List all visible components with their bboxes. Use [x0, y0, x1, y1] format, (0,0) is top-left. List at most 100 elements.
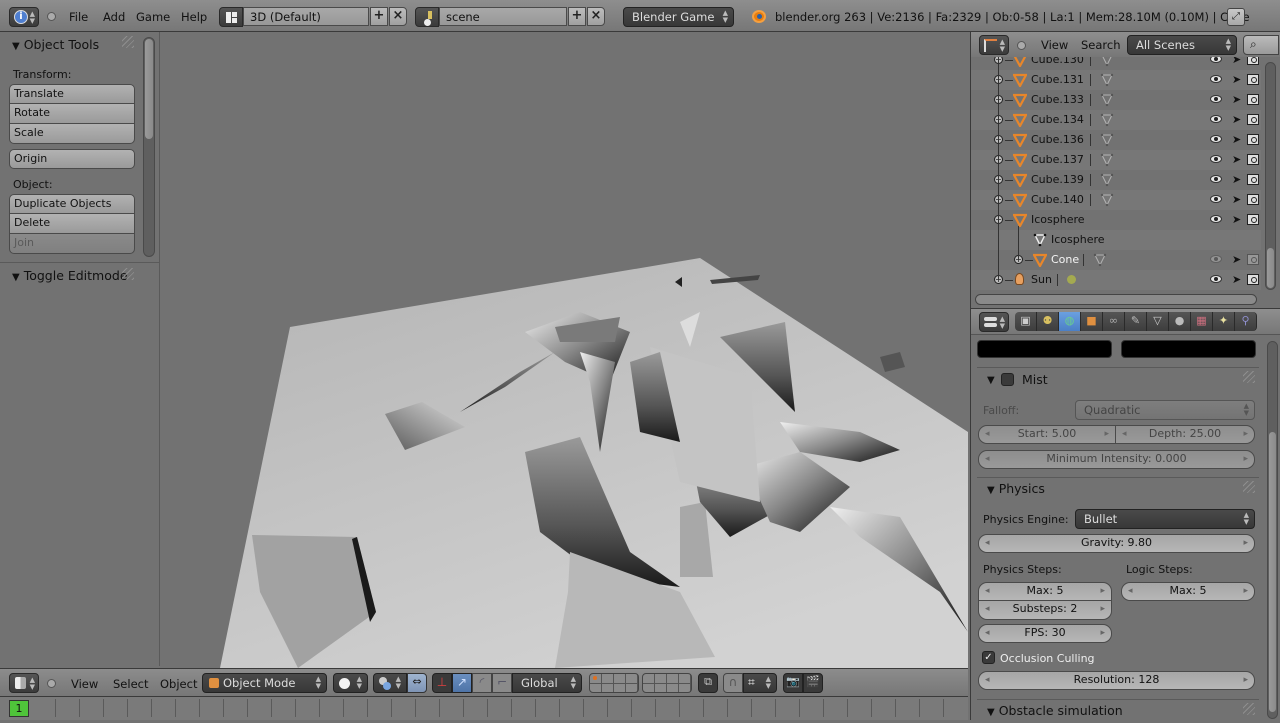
renderable-camera-icon[interactable] — [1247, 174, 1259, 185]
delete-layout-button[interactable]: × — [389, 7, 407, 26]
viewport-shading-select[interactable]: ▲ ▼ — [333, 673, 368, 693]
selectable-arrow-icon[interactable]: ➤ — [1232, 133, 1241, 146]
selectable-arrow-icon[interactable]: ➤ — [1232, 273, 1241, 286]
outliner-row[interactable]: +Cube.140➤ — [971, 190, 1261, 210]
occlusion-culling-checkbox[interactable]: ✓ — [982, 651, 995, 664]
render-opengl-image-icon[interactable]: 📷 — [783, 673, 803, 693]
lamp-data-icon[interactable] — [1066, 275, 1076, 284]
outliner-item-name[interactable]: Cube.130 — [1031, 57, 1084, 66]
outliner-item-name[interactable]: Cube.139 — [1031, 173, 1084, 186]
menu-add[interactable]: Add — [103, 10, 125, 24]
snap-element-select[interactable]: ⌗ ▲ ▼ — [743, 673, 777, 693]
collapse-menu-icon[interactable] — [47, 679, 56, 688]
selectable-arrow-icon[interactable]: ➤ — [1232, 213, 1241, 226]
properties-scrollbar[interactable] — [1267, 341, 1278, 719]
occlusion-resolution-field[interactable]: Resolution: 128 — [978, 671, 1255, 690]
editor-type-button[interactable]: ▲ ▼ — [9, 673, 39, 693]
orientation-select[interactable]: Global ▲ ▼ — [512, 673, 582, 693]
visibility-eye-icon[interactable] — [1210, 215, 1222, 223]
scene-tab[interactable]: ⚉ — [1037, 312, 1059, 331]
visibility-eye-icon[interactable] — [1210, 115, 1222, 123]
selectable-arrow-icon[interactable]: ➤ — [1232, 153, 1241, 166]
outliner-scrollbar[interactable] — [1265, 62, 1276, 290]
lock-layers-icon[interactable]: ⧉ — [698, 673, 718, 693]
renderable-camera-icon[interactable] — [1247, 114, 1259, 125]
add-layout-button[interactable]: + — [370, 7, 388, 26]
selectable-arrow-icon[interactable]: ➤ — [1232, 93, 1241, 106]
visibility-eye-icon[interactable] — [1210, 255, 1222, 263]
outliner-row[interactable]: +Cube.131➤ — [971, 70, 1261, 90]
outliner-item-name[interactable]: Cube.133 — [1031, 93, 1084, 106]
fps-field[interactable]: FPS: 30 — [978, 624, 1112, 643]
outliner-item-name[interactable]: Icosphere — [1031, 213, 1085, 226]
duplicate-objects-button[interactable]: Duplicate Objects — [9, 194, 135, 214]
scale-button[interactable]: Scale — [9, 124, 135, 144]
renderable-camera-icon[interactable] — [1247, 134, 1259, 145]
timeline-strip[interactable]: 1 — [0, 696, 968, 720]
mist-min-intensity-field[interactable]: Minimum Intensity: 0.000 — [978, 450, 1255, 469]
outliner-horizontal-scrollbar[interactable] — [975, 294, 1257, 305]
obstacle-simulation-panel-header[interactable]: ▼ Obstacle simulation — [977, 699, 1259, 723]
menu-game[interactable]: Game — [136, 10, 170, 24]
renderable-camera-icon[interactable] — [1247, 154, 1259, 165]
menu-file[interactable]: File — [69, 10, 88, 24]
current-layer-indicator[interactable]: 1 — [9, 700, 29, 717]
outliner-item-name[interactable]: Cube.136 — [1031, 133, 1084, 146]
visibility-eye-icon[interactable] — [1210, 135, 1222, 143]
delete-scene-button[interactable]: × — [587, 7, 605, 26]
outliner-row[interactable]: +Cone➤ — [971, 250, 1261, 270]
texture-tab[interactable]: ▦ — [1191, 312, 1213, 331]
physics-panel-header[interactable]: ▼ Physics — [977, 477, 1259, 501]
panel-drag-grip-icon[interactable] — [122, 36, 134, 48]
particles-tab[interactable]: ✦ — [1213, 312, 1235, 331]
renderable-camera-icon[interactable] — [1247, 194, 1259, 205]
visibility-eye-icon[interactable] — [1210, 57, 1222, 63]
panel-drag-grip-icon[interactable] — [1243, 481, 1255, 493]
outliner-item-name[interactable]: Cone — [1051, 253, 1079, 266]
material-tab[interactable]: ● — [1169, 312, 1191, 331]
outliner-row[interactable]: Icosphere — [971, 230, 1261, 250]
logic-max-steps-field[interactable]: Max: 5 — [1121, 582, 1255, 601]
translate-manipulator-icon[interactable]: ↗ — [452, 673, 472, 693]
search-icon[interactable]: ⌕ — [1243, 35, 1279, 55]
fullscreen-icon[interactable]: ⤢ — [1227, 8, 1245, 26]
visibility-eye-icon[interactable] — [1210, 175, 1222, 183]
3d-viewport[interactable] — [160, 32, 968, 668]
outliner-item-name[interactable]: Icosphere — [1051, 233, 1105, 246]
renderable-camera-icon[interactable] — [1247, 254, 1259, 265]
renderable-camera-icon[interactable] — [1247, 94, 1259, 105]
mesh-data-icon[interactable] — [1093, 253, 1107, 267]
mesh-data-icon[interactable] — [1100, 133, 1114, 147]
visibility-eye-icon[interactable] — [1210, 275, 1222, 283]
mode-select[interactable]: Object Mode ▲ ▼ — [202, 673, 327, 693]
screen-layout-field[interactable]: 3D (Default) — [243, 7, 369, 26]
add-scene-button[interactable]: + — [568, 7, 586, 26]
menu-select[interactable]: Select — [113, 677, 148, 691]
delete-button[interactable]: Delete — [9, 214, 135, 234]
object-tab[interactable]: ■ — [1081, 312, 1103, 331]
selectable-arrow-icon[interactable]: ➤ — [1232, 113, 1241, 126]
outliner-item-name[interactable]: Cube.137 — [1031, 153, 1084, 166]
toggle-editmode-panel-header[interactable]: ▼ Toggle Editmode — [12, 268, 128, 283]
selectable-arrow-icon[interactable]: ➤ — [1232, 173, 1241, 186]
render-engine-select[interactable]: Blender Game ▲ ▼ — [623, 7, 734, 27]
menu-search[interactable]: Search — [1081, 38, 1121, 52]
origin-button[interactable]: Origin — [9, 149, 135, 169]
outliner-row[interactable]: −Icosphere➤ — [971, 210, 1261, 230]
visibility-eye-icon[interactable] — [1210, 195, 1222, 203]
mesh-data-icon[interactable] — [1100, 73, 1114, 87]
outliner-scroll-thumb[interactable] — [1267, 248, 1274, 288]
scale-manipulator-icon[interactable]: ⌐ — [492, 673, 512, 693]
object-tools-panel-header[interactable]: ▼ Object Tools — [12, 37, 99, 52]
mesh-data-icon[interactable] — [1100, 193, 1114, 207]
snap-magnet-icon[interactable]: ∩ — [723, 673, 743, 693]
panel-drag-grip-icon[interactable] — [122, 268, 134, 280]
outliner-row[interactable]: +Cube.139➤ — [971, 170, 1261, 190]
rotate-button[interactable]: Rotate — [9, 104, 135, 124]
join-button[interactable]: Join — [9, 234, 135, 254]
outliner-item-name[interactable]: Sun — [1031, 273, 1052, 286]
world-datablock-field-2[interactable] — [1121, 340, 1256, 358]
visibility-eye-icon[interactable] — [1210, 75, 1222, 83]
mesh-data-icon[interactable] — [1100, 113, 1114, 127]
scene-layers-group-2[interactable] — [642, 673, 692, 693]
